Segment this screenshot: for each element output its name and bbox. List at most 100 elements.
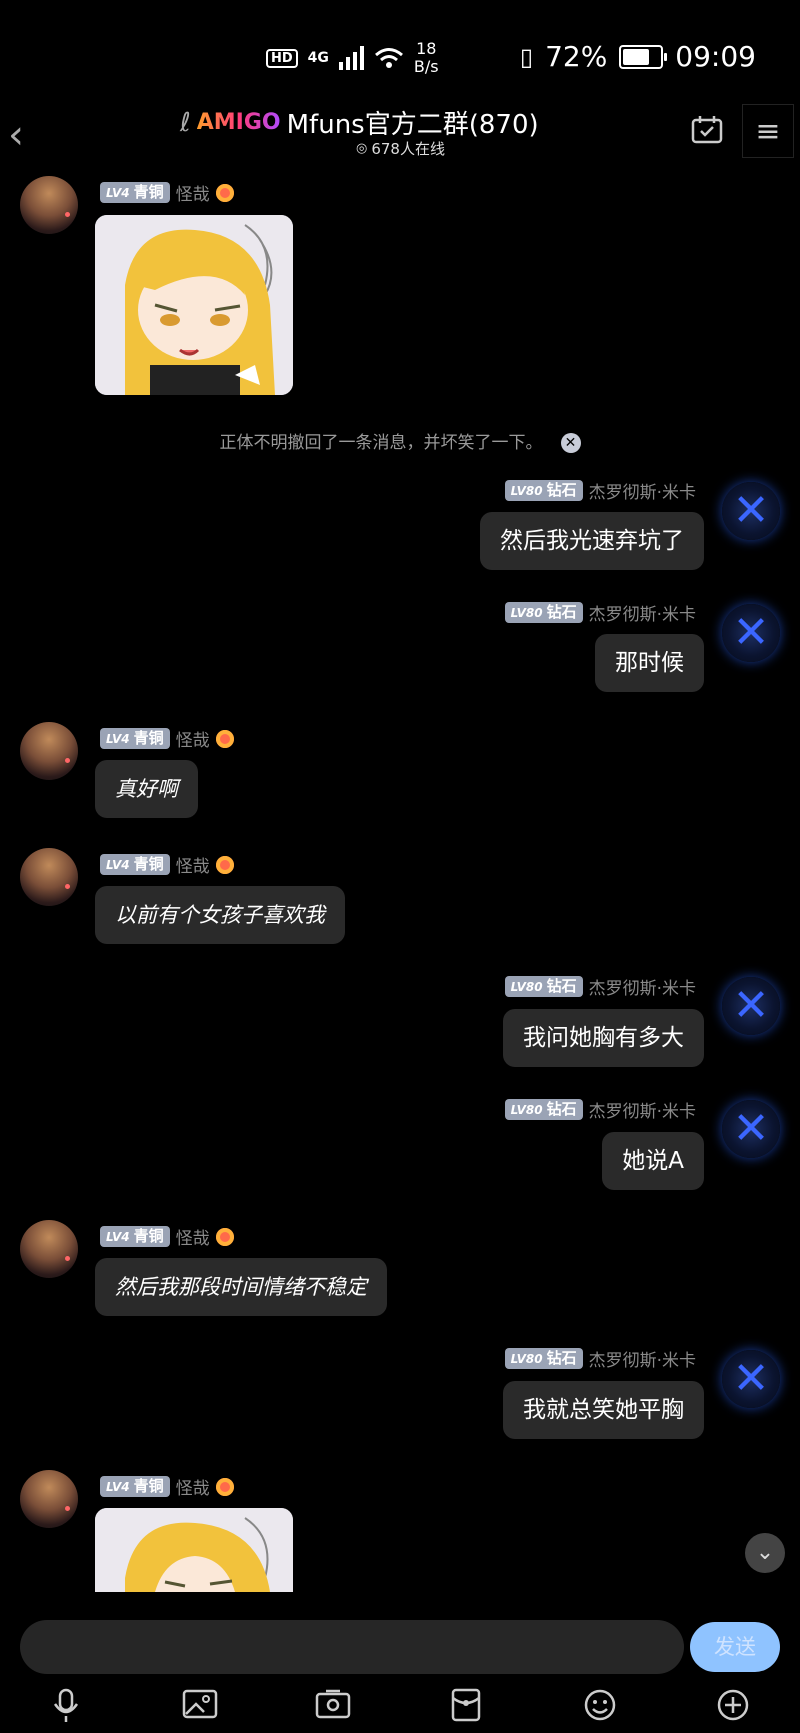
level-badge: LV4 青铜 xyxy=(100,1226,170,1247)
rank-text: 青铜 xyxy=(133,855,164,873)
avatar[interactable] xyxy=(20,1220,78,1278)
battery-fill xyxy=(623,48,650,65)
message-input[interactable] xyxy=(20,1620,684,1674)
sender-name: 杰罗彻斯·米卡 xyxy=(588,1351,696,1371)
hd-indicator: HD xyxy=(266,48,298,68)
x-avatar-icon: ✕ xyxy=(732,1103,770,1154)
online-count-label: 678人在线 xyxy=(371,140,445,158)
plus-icon[interactable] xyxy=(713,1688,753,1728)
image-icon[interactable] xyxy=(180,1688,220,1728)
input-toolbar xyxy=(0,1680,800,1733)
chevron-left-icon[interactable]: ‹ xyxy=(8,112,24,158)
avatar[interactable]: ✕ xyxy=(722,482,780,540)
avatar[interactable] xyxy=(20,1470,78,1528)
group-logo: AMIGO xyxy=(196,110,281,135)
microphone-icon[interactable] xyxy=(46,1688,86,1728)
chevron-down-icon: ⌄ xyxy=(755,1540,775,1565)
message-bubble[interactable]: 真好啊 xyxy=(95,760,198,818)
x-avatar-icon: ✕ xyxy=(732,485,770,536)
network-type: 4G xyxy=(307,50,329,66)
net-speed-value: 18 xyxy=(416,39,437,58)
sender-name: 杰罗彻斯·米卡 xyxy=(588,979,696,999)
send-button[interactable]: 发送 xyxy=(690,1622,780,1672)
signal-icon xyxy=(338,46,364,70)
rank-text: 青铜 xyxy=(133,1477,164,1495)
message-bubble[interactable]: 我问她胸有多大 xyxy=(503,1009,704,1067)
x-avatar-icon: ✕ xyxy=(732,1353,770,1404)
avatar[interactable]: ✕ xyxy=(722,1350,780,1408)
emoji-icon[interactable] xyxy=(580,1688,620,1728)
sender-name: 怪哉 xyxy=(175,857,210,877)
level-badge: LV4 青铜 xyxy=(100,728,170,749)
avatar[interactable]: ✕ xyxy=(722,604,780,662)
sender-name: 杰罗彻斯·米卡 xyxy=(588,483,696,503)
scroll-down-button[interactable]: ⌄ xyxy=(745,1533,785,1573)
battery-percent: 72% xyxy=(545,40,608,73)
sender-name: 怪哉 xyxy=(175,731,210,751)
level-text: LV4 xyxy=(106,732,130,746)
net-speed-unit: B/s xyxy=(413,57,439,76)
avatar[interactable] xyxy=(20,848,78,906)
avatar[interactable]: ✕ xyxy=(722,977,780,1035)
sticker-image[interactable] xyxy=(95,1508,293,1592)
sender-name: 杰罗彻斯·米卡 xyxy=(588,605,696,625)
system-notice: 正体不明撤回了一条消息，并坏笑了一下。 ✕ xyxy=(0,428,800,453)
level-text: LV80 xyxy=(510,484,543,498)
message-meta: LV4 青铜 怪哉 xyxy=(100,180,234,205)
rank-text: 钻石 xyxy=(546,603,577,621)
camera-icon[interactable] xyxy=(313,1688,353,1728)
level-badge: LV80 钻石 xyxy=(504,1348,583,1369)
x-avatar-icon: ✕ xyxy=(732,980,770,1031)
avatar[interactable]: ✕ xyxy=(722,1100,780,1158)
level-text: LV4 xyxy=(106,858,130,872)
flower-icon xyxy=(215,1227,234,1246)
x-avatar-icon: ✕ xyxy=(732,607,770,658)
level-text: LV80 xyxy=(510,980,543,994)
sticker-image[interactable] xyxy=(95,215,293,395)
level-text: LV80 xyxy=(510,1103,543,1117)
wifi-icon xyxy=(374,48,403,68)
sender-name: 怪哉 xyxy=(175,185,210,205)
avatar[interactable] xyxy=(20,722,78,780)
level-badge: LV4 青铜 xyxy=(100,854,170,875)
close-icon[interactable]: ✕ xyxy=(560,433,581,453)
menu-icon[interactable]: ≡ xyxy=(742,104,794,158)
message-bubble[interactable]: 那时候 xyxy=(595,634,704,692)
sender-name: 怪哉 xyxy=(175,1479,210,1499)
message-bubble[interactable]: 她说A xyxy=(602,1132,704,1190)
rank-text: 钻石 xyxy=(546,481,577,499)
avatar[interactable] xyxy=(20,176,78,234)
flower-icon xyxy=(215,855,234,874)
level-badge: LV80 钻石 xyxy=(504,976,583,997)
level-text: LV4 xyxy=(106,1480,130,1494)
message-bubble[interactable]: 然后我光速弃坑了 xyxy=(480,512,704,570)
status-left: HD 4G 18 B/s xyxy=(266,40,439,76)
ear-icon: ℓ xyxy=(180,107,191,138)
message-meta: LV4 青铜 怪哉 xyxy=(100,1474,234,1499)
rank-text: 青铜 xyxy=(133,729,164,747)
message-meta: LV80 钻石 杰罗彻斯·米卡 xyxy=(504,600,696,625)
calendar-check-icon[interactable] xyxy=(690,114,724,154)
clock: 09:09 xyxy=(675,40,756,73)
chat-title-group[interactable]: ℓ AMIGO Mfuns官方二群(870) xyxy=(180,104,539,141)
red-packet-icon[interactable] xyxy=(446,1688,486,1728)
message-bubble[interactable]: 我就总笑她平胸 xyxy=(503,1381,704,1439)
level-badge: LV80 钻石 xyxy=(504,1099,583,1120)
rank-text: 青铜 xyxy=(133,1227,164,1245)
level-text: LV4 xyxy=(106,1230,130,1244)
level-badge: LV4 青铜 xyxy=(100,1476,170,1497)
online-count: ◎ 678人在线 xyxy=(356,138,445,159)
battery-icon xyxy=(619,44,668,69)
sender-name: 杰罗彻斯·米卡 xyxy=(588,1102,696,1122)
vibrate-icon: ▯ xyxy=(519,42,534,71)
message-bubble[interactable]: 以前有个女孩子喜欢我 xyxy=(95,886,345,944)
sender-name: 怪哉 xyxy=(175,1229,210,1249)
flower-icon xyxy=(215,183,234,202)
rank-text: 钻石 xyxy=(546,1100,577,1118)
message-bubble[interactable]: 然后我那段时间情绪不稳定 xyxy=(95,1258,387,1316)
level-badge: LV4 青铜 xyxy=(100,182,170,203)
rank-text: 钻石 xyxy=(546,977,577,995)
level-text: LV80 xyxy=(510,1352,543,1366)
system-notice-text: 正体不明撤回了一条消息，并坏笑了一下。 xyxy=(219,433,543,453)
check-circle-icon: ◎ xyxy=(356,141,368,156)
